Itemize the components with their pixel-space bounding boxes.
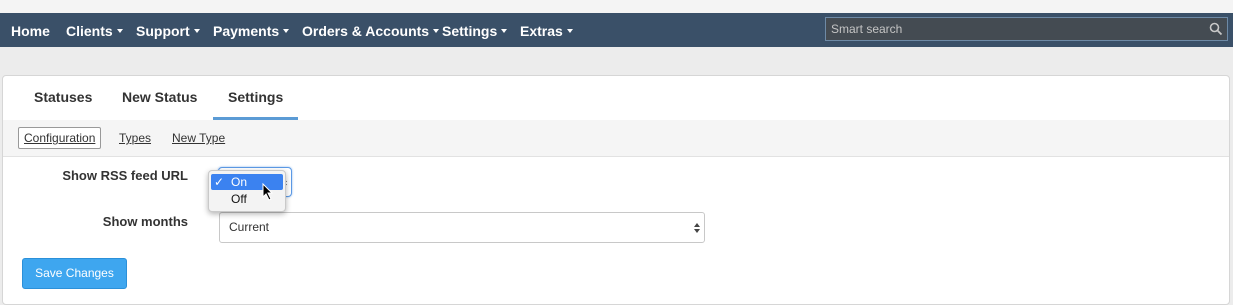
- months-label: Show months: [102, 214, 188, 229]
- top-strip: [0, 0, 1233, 14]
- months-select[interactable]: Current: [219, 212, 705, 243]
- chevron-down-icon: [566, 29, 573, 34]
- subnav-types[interactable]: Types: [119, 128, 151, 148]
- option-on-label: On: [231, 175, 248, 189]
- subnav-new-type[interactable]: New Type: [172, 128, 225, 148]
- nav-extras-label: Extras: [520, 23, 563, 39]
- nav-clients-label: Clients: [66, 23, 113, 39]
- nav-home-label: Home: [11, 23, 50, 39]
- tab-statuses[interactable]: Statuses: [19, 76, 107, 119]
- search-icon[interactable]: [1209, 22, 1223, 36]
- sub-navigation: Configuration Types New Type: [3, 120, 1229, 157]
- rss-label: Show RSS feed URL: [62, 168, 188, 183]
- nav-clients[interactable]: Clients: [66, 13, 123, 47]
- tab-bar: Statuses New Status Settings: [3, 76, 1229, 121]
- nav-orders-accounts-label: Orders & Accounts: [302, 23, 430, 39]
- nav-extras[interactable]: Extras: [520, 13, 573, 47]
- nav-settings[interactable]: Settings: [442, 13, 508, 47]
- months-select-value: Current: [229, 220, 270, 234]
- nav-support-label: Support: [136, 23, 190, 39]
- nav-settings-label: Settings: [442, 23, 498, 39]
- nav-payments-label: Payments: [213, 23, 280, 39]
- option-off-label: Off: [231, 192, 247, 206]
- check-icon: ✓: [214, 175, 225, 189]
- settings-panel: Statuses New Status Settings Configurati…: [2, 75, 1230, 305]
- nav-support[interactable]: Support: [136, 13, 200, 47]
- chevron-down-icon: [501, 29, 508, 34]
- save-changes-button[interactable]: Save Changes: [22, 258, 127, 289]
- tab-settings[interactable]: Settings: [213, 76, 299, 120]
- chevron-down-icon: [116, 29, 123, 34]
- mouse-pointer-icon: [262, 183, 274, 201]
- subnav-configuration[interactable]: Configuration: [18, 127, 102, 149]
- nav-home[interactable]: Home: [11, 13, 50, 47]
- search-input[interactable]: [826, 18, 1216, 40]
- smart-search: [825, 17, 1228, 41]
- nav-payments[interactable]: Payments: [213, 13, 290, 47]
- nav-orders-accounts[interactable]: Orders & Accounts: [302, 13, 440, 47]
- select-stepper-icon: [694, 223, 700, 233]
- chevron-down-icon: [193, 29, 200, 34]
- chevron-down-icon: [433, 29, 440, 34]
- tab-new-status[interactable]: New Status: [107, 76, 212, 119]
- chevron-down-icon: [283, 29, 290, 34]
